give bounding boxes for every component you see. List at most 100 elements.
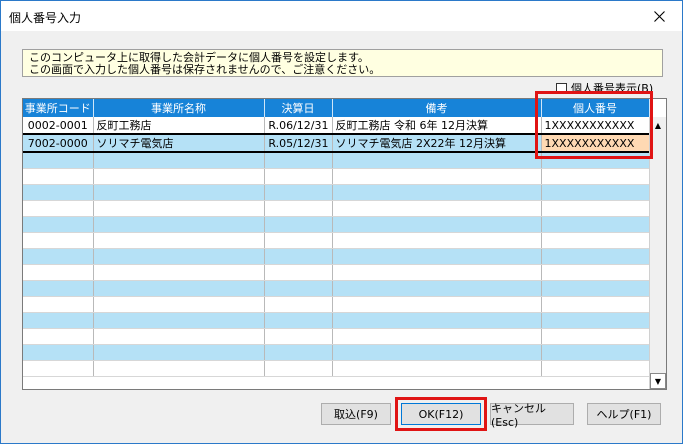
table-cell-empty[interactable] [541, 344, 650, 361]
cell-number-input[interactable]: 1XXXXXXXXXXX [541, 133, 650, 153]
table-row-empty[interactable] [23, 360, 650, 377]
table-cell-empty[interactable] [541, 232, 650, 249]
table-cell-empty[interactable] [93, 184, 265, 201]
table-cell-empty[interactable] [23, 232, 94, 249]
table-cell-empty[interactable] [264, 168, 333, 185]
table-cell-empty[interactable] [332, 216, 542, 233]
table-cell-empty[interactable] [93, 312, 265, 329]
table-row-empty[interactable] [23, 216, 650, 233]
cell-code[interactable]: 0002-0001 [23, 117, 94, 135]
table-cell-empty[interactable] [541, 312, 650, 329]
table-cell-empty[interactable] [264, 328, 333, 345]
table-cell-empty[interactable] [332, 296, 542, 313]
table-cell-empty[interactable] [93, 264, 265, 281]
table-cell-empty[interactable] [93, 232, 265, 249]
table-row-empty[interactable] [23, 344, 650, 361]
header-code[interactable]: 事業所コード [23, 99, 94, 117]
table-cell-empty[interactable] [332, 312, 542, 329]
table-cell-empty[interactable] [23, 360, 94, 377]
table-cell-empty[interactable] [541, 216, 650, 233]
close-button[interactable] [636, 1, 682, 31]
table-row-empty[interactable] [23, 200, 650, 217]
table-cell-empty[interactable] [93, 200, 265, 217]
table-cell-empty[interactable] [332, 232, 542, 249]
table-cell-empty[interactable] [23, 264, 94, 281]
table-cell-empty[interactable] [23, 152, 94, 169]
table-cell-empty[interactable] [264, 152, 333, 169]
table-cell-empty[interactable] [332, 168, 542, 185]
table-row-empty[interactable] [23, 184, 650, 201]
table-row-empty[interactable] [23, 296, 650, 313]
cell-date[interactable]: R.05/12/31 [264, 133, 333, 153]
table-cell-empty[interactable] [264, 296, 333, 313]
cell-code[interactable]: 7002-0000 [23, 133, 94, 153]
table-cell-empty[interactable] [23, 200, 94, 217]
table-cell-empty[interactable] [93, 152, 265, 169]
table-cell-empty[interactable] [332, 200, 542, 217]
table-cell-empty[interactable] [23, 344, 94, 361]
table-cell-empty[interactable] [264, 360, 333, 377]
table-cell-empty[interactable] [541, 168, 650, 185]
table-cell-empty[interactable] [93, 248, 265, 265]
table-cell-empty[interactable] [541, 360, 650, 377]
table-cell-empty[interactable] [23, 216, 94, 233]
cell-name[interactable]: 反町工務店 [93, 117, 265, 135]
table-row-selected[interactable]: 7002-0000 ソリマチ電気店 R.05/12/31 ソリマチ電気店 2X2… [23, 133, 650, 153]
cell-name[interactable]: ソリマチ電気店 [93, 133, 265, 153]
table-cell-empty[interactable] [541, 184, 650, 201]
table-cell-empty[interactable] [93, 296, 265, 313]
table-cell-empty[interactable] [264, 200, 333, 217]
cell-number-input[interactable]: 1XXXXXXXXXXX [541, 117, 650, 135]
checkbox-box[interactable] [556, 82, 567, 94]
help-button[interactable]: ヘルプ(F1) [587, 403, 661, 425]
ok-button[interactable]: OK(F12) [401, 403, 481, 425]
header-name[interactable]: 事業所名称 [93, 99, 265, 117]
table-cell-empty[interactable] [332, 248, 542, 265]
header-number[interactable]: 個人番号 [541, 99, 650, 117]
table-cell-empty[interactable] [264, 216, 333, 233]
table-row-empty[interactable] [23, 328, 650, 345]
table-cell-empty[interactable] [332, 360, 542, 377]
table-cell-empty[interactable] [332, 152, 542, 169]
table-cell-empty[interactable] [23, 312, 94, 329]
table-cell-empty[interactable] [332, 280, 542, 297]
table-row-empty[interactable] [23, 312, 650, 329]
table-cell-empty[interactable] [93, 344, 265, 361]
table-cell-empty[interactable] [332, 184, 542, 201]
table-cell-empty[interactable] [541, 280, 650, 297]
header-note[interactable]: 備考 [332, 99, 542, 117]
table-cell-empty[interactable] [264, 264, 333, 281]
table-row-empty[interactable] [23, 264, 650, 281]
table-row[interactable]: 0002-0001 反町工務店 R.06/12/31 反町工務店 令和 6年 1… [23, 117, 650, 135]
cell-note[interactable]: ソリマチ電気店 2X22年 12月決算 [332, 133, 542, 153]
cancel-button[interactable]: キャンセル(Esc) [490, 402, 574, 429]
table-cell-empty[interactable] [541, 264, 650, 281]
table-row-empty[interactable] [23, 248, 650, 265]
table-cell-empty[interactable] [93, 360, 265, 377]
table-cell-empty[interactable] [264, 312, 333, 329]
scroll-down-icon[interactable]: ▼ [650, 373, 666, 389]
table-cell-empty[interactable] [23, 168, 94, 185]
cell-date[interactable]: R.06/12/31 [264, 117, 333, 135]
cell-note[interactable]: 反町工務店 令和 6年 12月決算 [332, 117, 542, 135]
table-cell-empty[interactable] [264, 184, 333, 201]
table-cell-empty[interactable] [541, 328, 650, 345]
table-cell-empty[interactable] [264, 280, 333, 297]
table-cell-empty[interactable] [23, 184, 94, 201]
scroll-up-icon[interactable]: ▲ [650, 117, 666, 133]
table-cell-empty[interactable] [264, 248, 333, 265]
table-cell-empty[interactable] [23, 280, 94, 297]
table-row-empty[interactable] [23, 152, 650, 169]
table-cell-empty[interactable] [332, 328, 542, 345]
table-cell-empty[interactable] [23, 328, 94, 345]
table-cell-empty[interactable] [264, 344, 333, 361]
table-cell-empty[interactable] [541, 152, 650, 169]
import-button[interactable]: 取込(F9) [321, 403, 391, 425]
table-row-empty[interactable] [23, 168, 650, 185]
table-cell-empty[interactable] [93, 328, 265, 345]
table-cell-empty[interactable] [23, 296, 94, 313]
table-cell-empty[interactable] [93, 216, 265, 233]
vertical-scrollbar[interactable]: ▲ ▼ [649, 117, 666, 389]
header-date[interactable]: 決算日 [264, 99, 333, 117]
table-cell-empty[interactable] [93, 280, 265, 297]
